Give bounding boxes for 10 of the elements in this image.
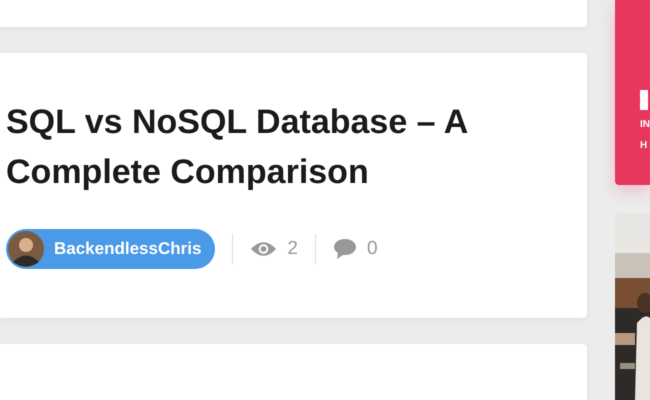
eye-icon — [250, 240, 278, 258]
view-count: 2 — [287, 238, 298, 260]
promo-text: H — [640, 139, 648, 153]
article-title[interactable]: SQL vs NoSQL Database – A Complete Comparison — [6, 97, 546, 197]
promo-text: IN — [640, 118, 650, 132]
comment-count: 0 — [366, 238, 378, 260]
comment-icon — [332, 238, 357, 260]
avatar-icon — [8, 231, 44, 267]
author-chip[interactable]: BackendlessChris — [6, 229, 216, 269]
promo-banner[interactable]: IN H — [615, 0, 650, 185]
